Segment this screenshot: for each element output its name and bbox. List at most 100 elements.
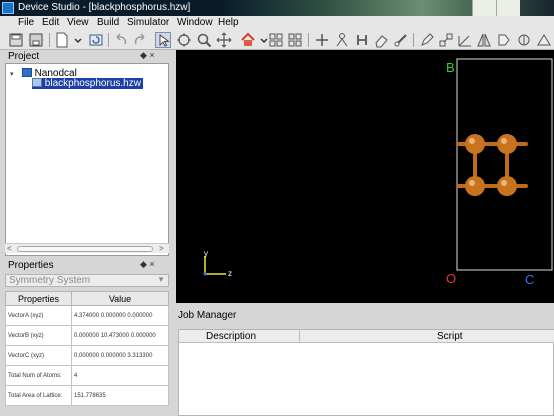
undo-icon[interactable]: [113, 32, 129, 48]
crystal-icon[interactable]: [536, 32, 552, 48]
atom-highlight: [501, 138, 507, 144]
menu-help[interactable]: Help: [218, 17, 239, 28]
rotate-icon[interactable]: [496, 32, 512, 48]
bond-icon[interactable]: [393, 32, 409, 48]
atom-highlight: [469, 180, 475, 186]
connect-icon[interactable]: [438, 32, 454, 48]
chevron-down-icon: ▼: [157, 275, 165, 284]
properties-panel-controls[interactable]: ◆ ×: [140, 259, 155, 270]
property-name: Total Area of Lattice:: [5, 385, 72, 406]
mirror-icon[interactable]: [476, 32, 492, 48]
new-icon[interactable]: [8, 32, 24, 48]
maximize-button[interactable]: [496, 0, 520, 16]
property-name: Total Num of Atoms:: [5, 365, 72, 386]
table-row[interactable]: Total Area of Lattice: 151.778635: [5, 385, 169, 406]
table-row[interactable]: Total Num of Atoms: 4: [5, 365, 169, 386]
build-icon[interactable]: [516, 32, 532, 48]
grid-icon[interactable]: [268, 32, 284, 48]
atom: [497, 176, 517, 196]
pencil-icon[interactable]: [419, 32, 435, 48]
folder-icon: [21, 68, 32, 77]
job-manager-header: Description Script: [179, 330, 554, 343]
menu-window[interactable]: Window: [177, 17, 213, 28]
job-manager-list[interactable]: Description Script: [178, 329, 554, 416]
scroll-right-icon[interactable]: >: [159, 244, 164, 253]
property-value: 4.374000 0.000000 0.000000: [71, 305, 169, 326]
axis-label-z: z: [228, 269, 232, 278]
properties-panel-title: Properties: [8, 260, 54, 271]
property-name: VectorA (xyz): [5, 305, 72, 326]
property-name: VectorC (xyz): [5, 345, 72, 366]
minimize-button[interactable]: [472, 0, 496, 16]
property-name: VectorB (xyz): [5, 325, 72, 346]
symmetry-system-select[interactable]: Symmetry System ▼: [5, 274, 169, 287]
atom: [497, 134, 517, 154]
zoom-icon[interactable]: [196, 32, 212, 48]
add-atom-icon[interactable]: [314, 32, 330, 48]
project-panel-header: Project ◆ ×: [5, 50, 169, 63]
menu-view[interactable]: View: [67, 17, 89, 28]
scrollbar-thumb[interactable]: [17, 246, 153, 252]
eraser-icon[interactable]: [373, 32, 389, 48]
redo-icon[interactable]: [132, 32, 148, 48]
structure-viewport[interactable]: B O C y z: [176, 50, 554, 303]
property-value: 151.778635: [71, 385, 169, 406]
select-arrow-icon[interactable]: [155, 32, 171, 48]
collapse-arrow-icon[interactable]: ▾: [10, 70, 19, 78]
move-icon[interactable]: [176, 32, 192, 48]
atom: [465, 176, 485, 196]
job-manager-title: Job Manager: [178, 310, 237, 321]
column-header-description[interactable]: Description: [206, 331, 256, 342]
project-horizontal-scrollbar[interactable]: < >: [5, 243, 169, 253]
column-header-script[interactable]: Script: [437, 331, 463, 342]
property-value: 4: [71, 365, 169, 386]
table-row[interactable]: VectorC (xyz) 0.000000 0.000000 3.313300: [5, 345, 169, 366]
file-icon: [32, 78, 42, 87]
table-row[interactable]: VectorA (xyz) 4.374000 0.000000 0.000000: [5, 305, 169, 326]
tree-item-selected[interactable]: blackphosphorus.hzw: [32, 78, 143, 89]
atom-highlight: [501, 180, 507, 186]
axis-origin: [203, 272, 207, 276]
toolbar: [0, 30, 554, 50]
cell-label-o: O: [446, 271, 456, 286]
properties-table: Properties Value VectorA (xyz) 4.374000 …: [5, 291, 169, 406]
menu-bar: File Edit View Build Simulator Window He…: [0, 16, 554, 30]
window-title: Device Studio - [blackphosphorus.hzw]: [18, 2, 191, 13]
column-header-value: Value: [71, 291, 169, 306]
grid2-icon[interactable]: [287, 32, 303, 48]
project-panel-title: Project: [8, 51, 40, 62]
cell-label-c: C: [525, 272, 534, 287]
menu-edit[interactable]: Edit: [42, 17, 59, 28]
new-file-icon[interactable]: [54, 32, 70, 48]
home-icon[interactable]: [240, 32, 256, 48]
atom: [465, 134, 485, 154]
property-value: 0.000000 0.000000 3.313300: [71, 345, 169, 366]
structure-canvas[interactable]: B O C y z: [176, 50, 554, 303]
menu-build[interactable]: Build: [97, 17, 119, 28]
scroll-left-icon[interactable]: <: [7, 244, 12, 253]
title-bar: Device Studio - [blackphosphorus.hzw]: [0, 0, 554, 16]
project-tree[interactable]: ▾ Nanodcal blackphosphorus.hzw: [5, 63, 169, 256]
chevron-down-icon[interactable]: [70, 32, 82, 48]
project-panel-controls[interactable]: ◆ ×: [140, 50, 155, 61]
hydrogen-icon[interactable]: [354, 32, 370, 48]
property-value: 0.000000 10.473000 0.000000: [71, 325, 169, 346]
axis-gizmo: y z: [203, 249, 232, 278]
home-dropdown-chevron-icon[interactable]: [256, 32, 268, 48]
pan-icon[interactable]: [216, 32, 232, 48]
measure-icon[interactable]: [457, 32, 473, 48]
save-icon[interactable]: [28, 32, 44, 48]
app-icon: [2, 2, 14, 14]
refresh-icon[interactable]: [88, 32, 104, 48]
cell-label-b: B: [446, 60, 455, 75]
properties-panel-header: Properties ◆ ×: [5, 259, 169, 272]
symmetry-system-value: Symmetry System: [9, 275, 91, 286]
column-header-properties: Properties: [5, 291, 72, 306]
menu-file[interactable]: File: [18, 17, 34, 28]
atom-highlight: [469, 138, 475, 144]
tree-item-label: blackphosphorus.hzw: [44, 78, 141, 89]
menu-simulator[interactable]: Simulator: [127, 17, 169, 28]
table-row[interactable]: VectorB (xyz) 0.000000 10.473000 0.00000…: [5, 325, 169, 346]
unit-cell-outline: [456, 58, 553, 271]
person-icon[interactable]: [334, 32, 350, 48]
